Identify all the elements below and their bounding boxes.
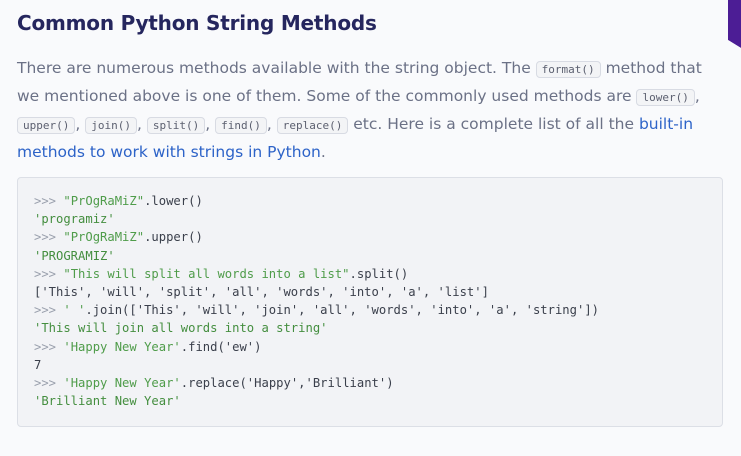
- code-string: "PrOgRaMiZ": [63, 230, 145, 245]
- separator: ,: [205, 115, 211, 133]
- prompt: >>>: [34, 376, 57, 391]
- code-replace: replace(): [276, 117, 349, 134]
- intro-paragraph: There are numerous methods available wit…: [17, 55, 725, 166]
- code-output: 'programiz': [34, 212, 115, 227]
- code-string: 'Happy New Year': [63, 376, 181, 391]
- code-output: 'Brilliant New Year': [34, 394, 181, 409]
- code-call: .upper(): [144, 230, 203, 245]
- code-string: "PrOgRaMiZ": [63, 194, 145, 208]
- code-string: 'Happy New Year': [63, 339, 181, 354]
- paragraph-text: .: [320, 143, 326, 161]
- prompt: >>>: [34, 266, 57, 281]
- code-call: .lower(): [144, 194, 203, 208]
- code-find: find(): [215, 117, 267, 134]
- code-block: >>> "PrOgRaMiZ".lower() 'programiz' >>> …: [17, 177, 723, 427]
- code-content: >>> "PrOgRaMiZ".lower() 'programiz' >>> …: [18, 178, 722, 410]
- prompt: >>>: [34, 339, 57, 354]
- code-call: .split(): [349, 266, 409, 281]
- code-output: ['This', 'will', 'split', 'all', 'words'…: [34, 285, 489, 300]
- separator: ,: [694, 87, 700, 105]
- separator: ,: [266, 115, 272, 133]
- code-split: split(): [146, 117, 206, 134]
- code-format: format(): [535, 61, 601, 78]
- separator: ,: [136, 115, 142, 133]
- prompt: >>>: [34, 194, 57, 208]
- code-call: .replace('Happy','Brilliant'): [180, 376, 394, 391]
- paragraph-text: etc. Here is a complete list of all the: [348, 115, 639, 133]
- code-output: 7: [34, 357, 42, 372]
- code-call: .find('ew'): [180, 339, 262, 354]
- code-lower: lower(): [636, 89, 695, 106]
- code-upper: upper(): [17, 117, 76, 134]
- code-string: "This will split all words into a list": [63, 266, 350, 281]
- code-join: join(): [85, 117, 137, 134]
- separator: ,: [75, 115, 81, 133]
- prompt: >>>: [34, 230, 57, 245]
- code-string: ' ': [63, 303, 86, 318]
- prompt: >>>: [34, 303, 57, 318]
- section-heading: Common Python String Methods: [17, 11, 377, 35]
- code-output: 'PROGRAMIZ': [34, 248, 115, 263]
- accent-corner: [728, 0, 741, 48]
- code-output: 'This will join all words into a string': [34, 321, 328, 336]
- paragraph-text: There are numerous methods available wit…: [17, 59, 536, 77]
- code-call: .join(['This', 'will', 'join', 'all', 'w…: [85, 303, 599, 318]
